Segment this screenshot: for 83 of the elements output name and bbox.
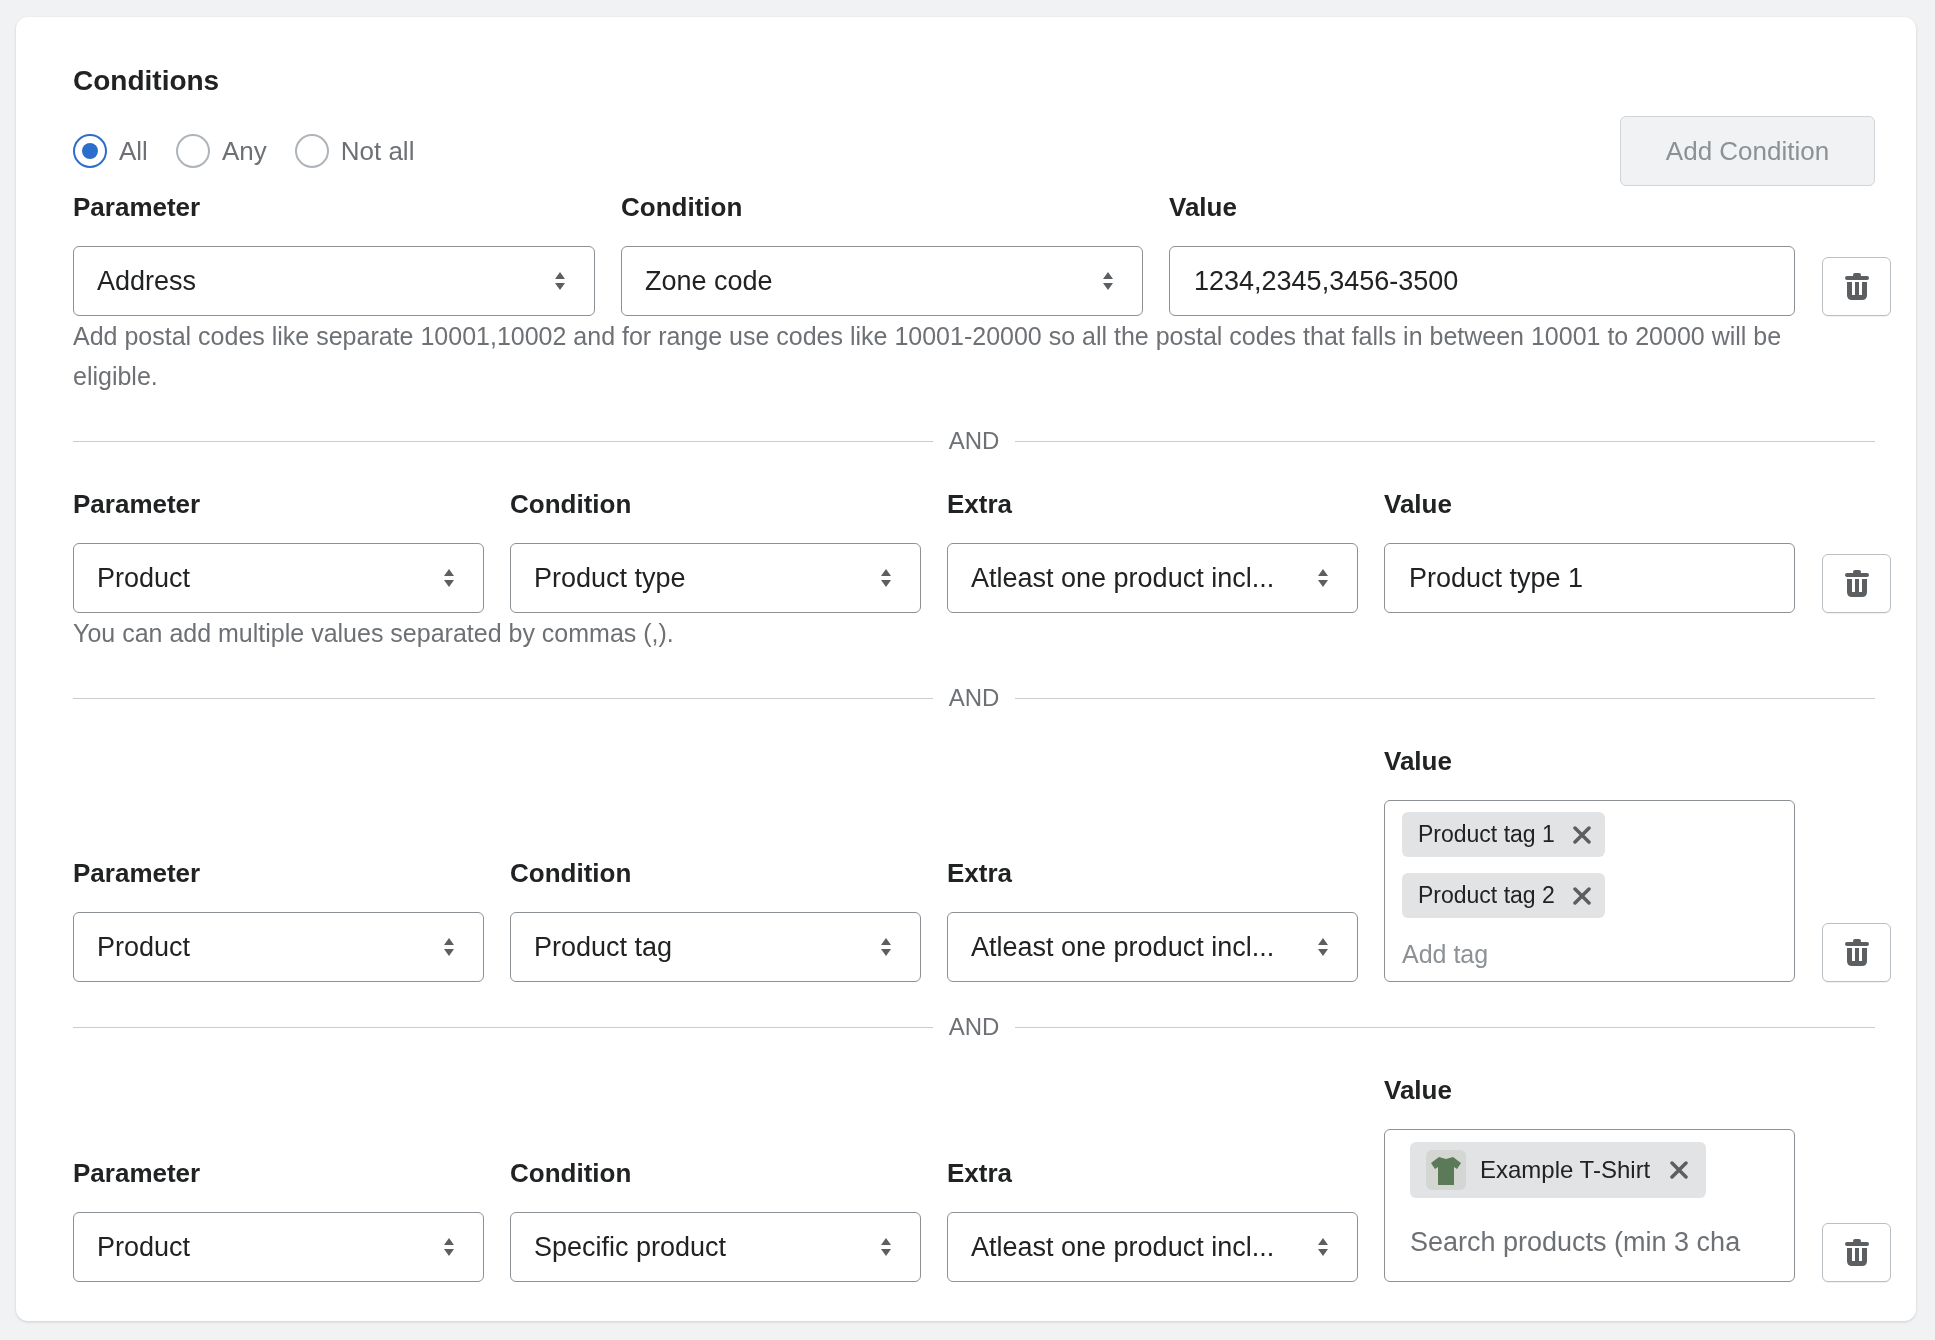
divider-label: AND [948, 683, 1000, 713]
radio-button[interactable] [73, 134, 107, 168]
field-label: Value [1169, 191, 1238, 224]
input-field[interactable]: Product type 1 [1384, 543, 1795, 613]
select-arrows-icon [880, 568, 892, 588]
field-label: Parameter [73, 488, 202, 521]
section-title: Conditions [73, 64, 221, 98]
field-label: Parameter [73, 1157, 202, 1190]
trash-icon [1843, 569, 1870, 598]
select-arrows-icon [1102, 271, 1114, 291]
select-value: Atleast one product incl... [971, 561, 1275, 595]
remove-icon [1670, 1161, 1689, 1179]
field-label: Condition [621, 191, 744, 224]
field-label: Extra [947, 857, 1014, 890]
field-label: Condition [510, 488, 633, 521]
field-label: Value [1384, 488, 1453, 521]
select-field[interactable]: Product [73, 543, 484, 613]
remove-tag-button[interactable] [1570, 823, 1593, 846]
tag-label: Product tag 1 [1418, 820, 1555, 850]
tag-input-field[interactable]: Product tag 1 Product tag 2 Add tag [1384, 800, 1795, 982]
select-arrows-icon [880, 937, 892, 957]
delete-button[interactable] [1822, 1223, 1891, 1282]
radio-label[interactable]: Any [221, 131, 267, 171]
product-search-field[interactable]: Example T-Shirt Search products (min 3 cha [1384, 1129, 1795, 1282]
divider-label: AND [948, 1012, 1000, 1042]
help-text: Add postal codes like separate 10001,10002 and for range use codes like 10001-20000 so all the postal codes that falls in between 10001 to 20000 will be eligible. [73, 321, 1783, 392]
help-text: You can add multiple values separated by commas (,). [73, 618, 675, 649]
select-value: Address [97, 264, 197, 298]
select-value: Product [97, 930, 191, 964]
radio-label[interactable]: All [119, 131, 148, 171]
tag-label: Product tag 2 [1418, 881, 1555, 911]
select-arrows-icon [443, 937, 455, 957]
trash-icon [1843, 272, 1870, 301]
radio-label[interactable]: Not all [340, 131, 415, 171]
field-label: Extra [947, 1157, 1014, 1190]
select-arrows-icon [554, 271, 566, 291]
placeholder-text: Add tag [1402, 939, 1489, 970]
placeholder-text: Search products (min 3 cha [1410, 1226, 1741, 1259]
field-label: Value [1384, 1074, 1453, 1107]
field-label: Condition [510, 1157, 633, 1190]
remove-tag-button[interactable] [1570, 884, 1593, 907]
select-field[interactable]: Address [73, 246, 595, 316]
select-field[interactable]: Product [73, 1212, 484, 1282]
select-field[interactable]: Atleast one product incl... [947, 912, 1358, 982]
select-arrows-icon [443, 1237, 455, 1257]
delete-button[interactable] [1822, 923, 1891, 982]
field-label: Extra [947, 488, 1014, 521]
field-label: Parameter [73, 191, 202, 224]
divider-label: AND [948, 426, 1000, 456]
trash-icon [1843, 1238, 1870, 1267]
select-field[interactable]: Atleast one product incl... [947, 543, 1358, 613]
select-field[interactable]: Specific product [510, 1212, 921, 1282]
field-label: Value [1384, 745, 1453, 778]
remove-icon [1572, 886, 1591, 905]
radio-button[interactable] [175, 134, 210, 168]
select-value: Atleast one product incl... [971, 1230, 1275, 1264]
product-name: Example T-Shirt [1480, 1155, 1651, 1185]
select-value: Product type [534, 561, 686, 595]
delete-button[interactable] [1822, 257, 1891, 316]
select-value: Atleast one product incl... [971, 930, 1275, 964]
select-value: Product tag [534, 930, 673, 964]
select-field[interactable]: Product tag [510, 912, 921, 982]
remove-product-button[interactable] [1668, 1159, 1691, 1181]
input-field[interactable]: 1234,2345,3456-3500 [1169, 246, 1795, 316]
select-field[interactable]: Product type [510, 543, 921, 613]
select-arrows-icon [1317, 937, 1329, 957]
select-field[interactable]: Product [73, 912, 484, 982]
select-field[interactable]: Atleast one product incl... [947, 1212, 1358, 1282]
trash-icon [1843, 938, 1870, 967]
select-value: Zone code [645, 264, 773, 298]
select-value: Specific product [534, 1230, 727, 1264]
select-arrows-icon [1317, 1237, 1329, 1257]
field-label: Parameter [73, 857, 202, 890]
select-value: Product [97, 561, 191, 595]
delete-button[interactable] [1822, 554, 1891, 613]
field-label: Condition [510, 857, 633, 890]
select-arrows-icon [1317, 568, 1329, 588]
select-arrows-icon [443, 568, 455, 588]
select-value: Product [97, 1230, 191, 1264]
select-arrows-icon [880, 1237, 892, 1257]
select-field[interactable]: Zone code [621, 246, 1143, 316]
radio-button[interactable] [294, 134, 329, 168]
remove-icon [1572, 825, 1591, 844]
